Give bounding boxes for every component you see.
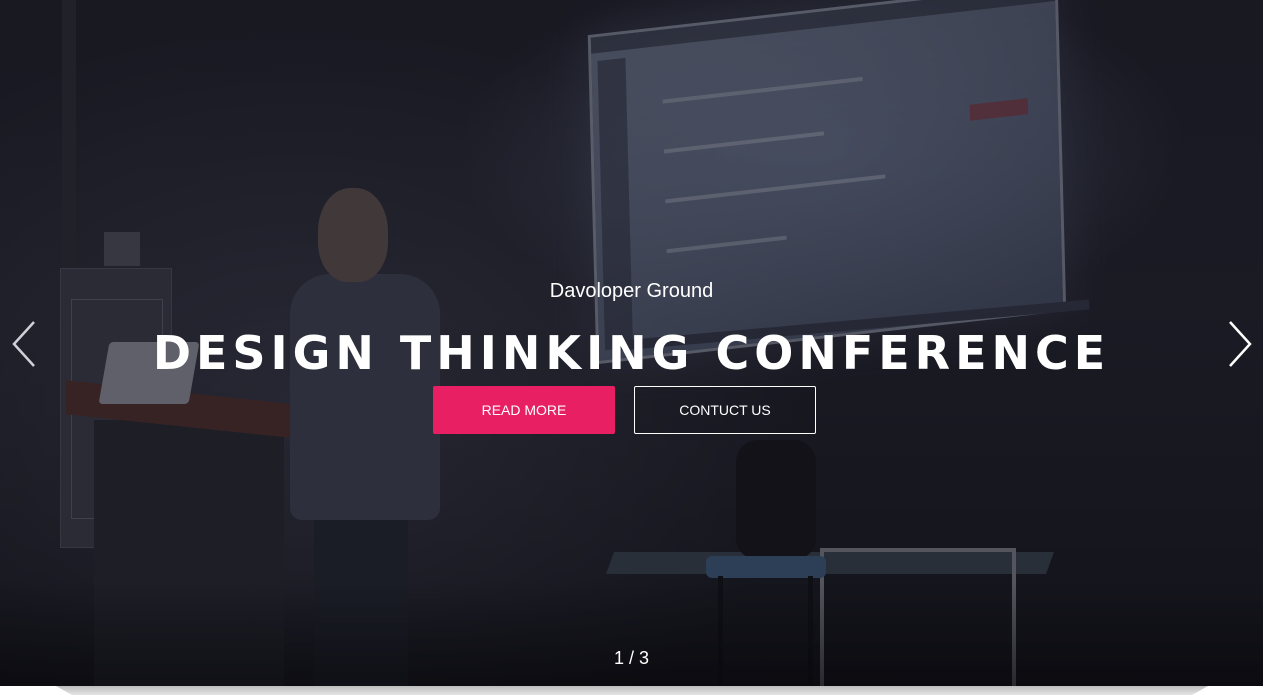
- slide-counter: 1 / 3: [613, 648, 650, 668]
- slide-title: DESIGN THINKING CONFERENCE: [152, 326, 1111, 380]
- hero-slider: Davoloper Ground DESIGN THINKING CONFERE…: [0, 0, 1263, 686]
- contact-us-button[interactable]: CONTUCT US: [634, 386, 816, 434]
- next-slide-button[interactable]: [1220, 320, 1260, 368]
- chevron-left-icon: [12, 321, 35, 367]
- chevron-right-icon: [1229, 321, 1252, 367]
- prev-slide-button[interactable]: [4, 320, 44, 368]
- slide-subtitle: Davoloper Ground: [549, 280, 714, 302]
- read-more-button[interactable]: READ MORE: [433, 386, 615, 434]
- section-divider: [56, 686, 1208, 695]
